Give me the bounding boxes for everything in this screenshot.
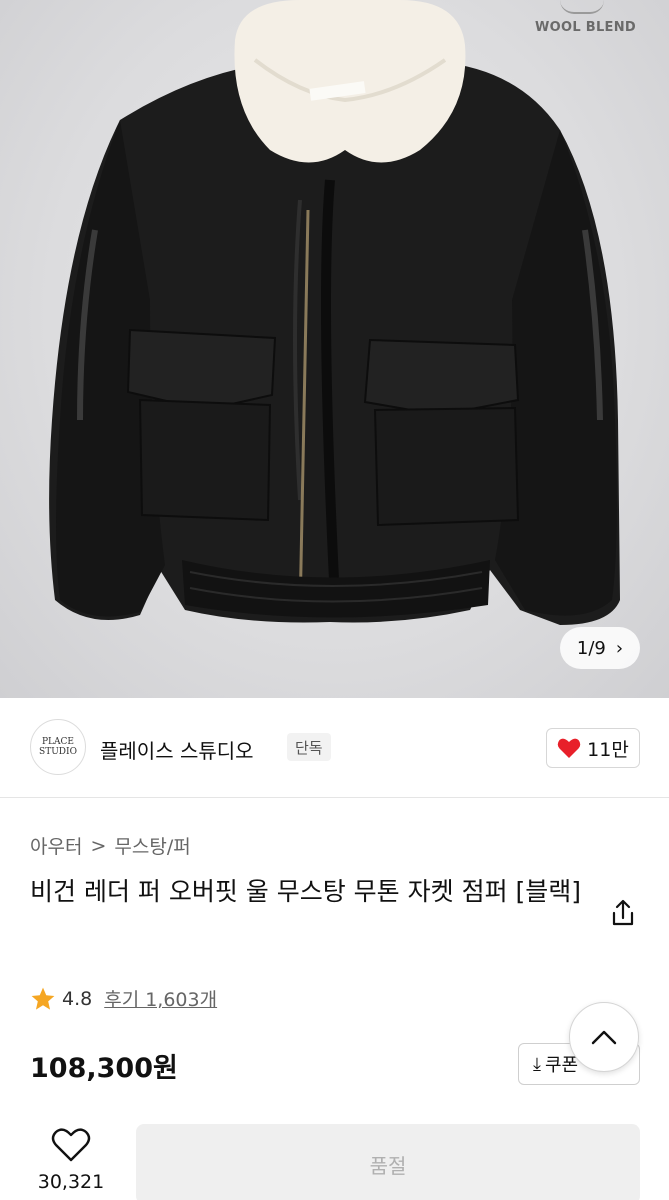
brand-name-link[interactable]: 플레이스 스튜디오 <box>100 735 254 764</box>
soldout-button[interactable]: 품절 <box>136 1124 640 1200</box>
brand-logo-text: PLACE STUDIO <box>39 737 77 757</box>
brand-like-button[interactable]: 11만 <box>546 728 640 768</box>
product-title: 비건 레더 퍼 오버핏 울 무스탕 무톤 자켓 점퍼 [블랙] <box>30 877 582 906</box>
brand-row: PLACE STUDIO 플레이스 스튜디오 단독 11만 <box>0 698 669 798</box>
image-counter-text: 1/9 <box>576 637 606 659</box>
heart-outline-icon <box>51 1128 91 1162</box>
brand-logo[interactable]: PLACE STUDIO <box>30 719 86 775</box>
exclusive-badge: 단독 <box>287 733 331 761</box>
review-count-link[interactable]: 후기 1,603개 <box>104 985 217 1012</box>
breadcrumb-child[interactable]: 무스탕/퍼 <box>114 832 190 859</box>
rating-value: 4.8 <box>62 987 93 1010</box>
chevron-right-icon: › <box>615 637 624 659</box>
wishlist-count: 30,321 <box>37 1171 105 1193</box>
product-image-carousel[interactable]: WOOL BLEND 1/9 › <box>0 0 669 698</box>
share-button[interactable] <box>605 896 641 932</box>
wool-blend-badge: WOOL BLEND <box>535 20 636 35</box>
share-icon <box>612 899 634 926</box>
breadcrumb-parent[interactable]: 아우터 <box>30 832 82 859</box>
soldout-label: 품절 <box>369 1153 407 1178</box>
star-icon <box>31 987 55 1010</box>
product-price: 108,300원 <box>30 1053 178 1084</box>
breadcrumb: 아우터 > 무스탕/퍼 <box>30 832 191 859</box>
heart-filled-icon <box>557 738 581 758</box>
wishlist-button[interactable]: 30,321 <box>30 1127 112 1193</box>
download-icon: ⤓ <box>533 1053 541 1075</box>
chevron-up-icon <box>591 1030 617 1045</box>
breadcrumb-separator: > <box>90 834 107 857</box>
image-counter-button[interactable]: 1/9 › <box>560 627 640 669</box>
brand-like-count: 11만 <box>587 738 629 761</box>
rating-row: 4.8 후기 1,603개 <box>30 985 217 1012</box>
product-photo-jacket <box>49 0 620 625</box>
scroll-top-button[interactable] <box>569 1002 639 1072</box>
